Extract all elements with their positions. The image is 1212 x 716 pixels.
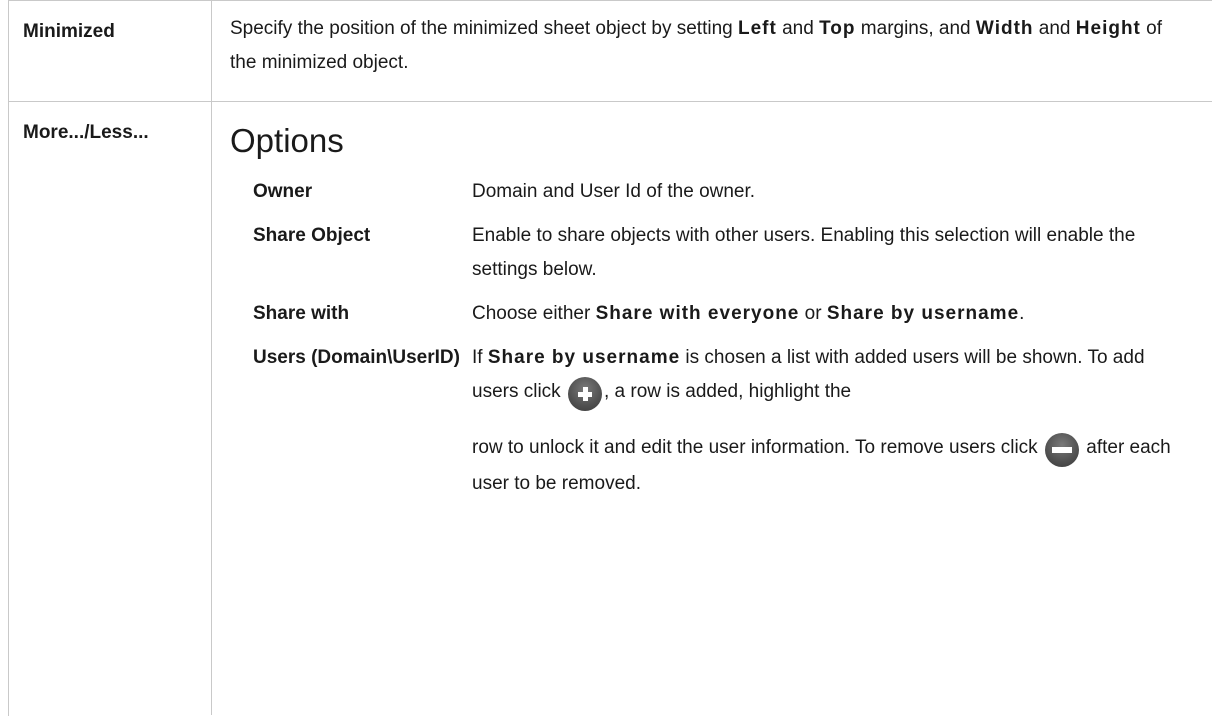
minus-circle-icon bbox=[1044, 433, 1079, 467]
option-row-share-with: Share with Choose either Share with ever… bbox=[230, 297, 1192, 331]
keyword-width: Width bbox=[975, 18, 1034, 39]
option-row-users: Users (Domain\UserID) If Share by userna… bbox=[230, 341, 1192, 501]
text-segment: and bbox=[776, 18, 820, 39]
keyword-share-by-username: Share by username bbox=[826, 303, 1020, 324]
option-row-share-object: Share Object Enable to share objects wit… bbox=[230, 219, 1192, 287]
option-text-share-object: Enable to share objects with other users… bbox=[472, 225, 1136, 280]
option-text-share-with: Choose either Share with everyone or Sha… bbox=[472, 297, 1192, 331]
row-description-minimized: Specify the position of the minimized sh… bbox=[212, 1, 1212, 101]
text-segment: Specify the position of the minimized sh… bbox=[230, 18, 738, 39]
option-label-users: Users (Domain\UserID) bbox=[253, 347, 460, 368]
row-label-minimized: Minimized bbox=[9, 1, 212, 101]
table-row-minimized: Minimized Specify the position of the mi… bbox=[9, 0, 1212, 101]
text-segment: Choose either bbox=[472, 303, 596, 324]
text-segment: and bbox=[1033, 18, 1076, 39]
table-row-more-less: More.../Less... Options Owner Domain and… bbox=[9, 101, 1212, 715]
text-segment: or bbox=[799, 303, 827, 324]
text-segment: . bbox=[1019, 303, 1025, 324]
row-content-more-less: Options Owner Domain and User Id of the … bbox=[212, 102, 1212, 715]
keyword-share-with-everyone: Share with everyone bbox=[595, 303, 800, 324]
option-label-share-with: Share with bbox=[253, 303, 350, 324]
text-segment: If bbox=[472, 347, 488, 368]
option-row-owner: Owner Domain and User Id of the owner. bbox=[230, 175, 1192, 209]
option-label-owner: Owner bbox=[253, 181, 313, 202]
row-label-more-less: More.../Less... bbox=[9, 102, 212, 715]
keyword-height: Height bbox=[1075, 18, 1141, 39]
keyword-left: Left bbox=[738, 18, 777, 39]
text-segment: margins, and bbox=[855, 18, 976, 39]
text-segment: , a row is added, highlight the bbox=[603, 381, 852, 402]
option-text-owner: Domain and User Id of the owner. bbox=[472, 181, 756, 202]
option-text-users: If Share by username is chosen a list wi… bbox=[472, 341, 1192, 501]
keyword-top: Top bbox=[819, 18, 856, 39]
keyword-share-by-username: Share by username bbox=[487, 347, 681, 368]
text-segment: row to unlock it and edit the user infor… bbox=[472, 437, 1043, 458]
options-heading: Options bbox=[230, 122, 344, 159]
properties-table: Minimized Specify the position of the mi… bbox=[8, 0, 1212, 716]
option-label-share-object: Share Object bbox=[253, 225, 371, 246]
plus-circle-icon bbox=[567, 377, 602, 411]
